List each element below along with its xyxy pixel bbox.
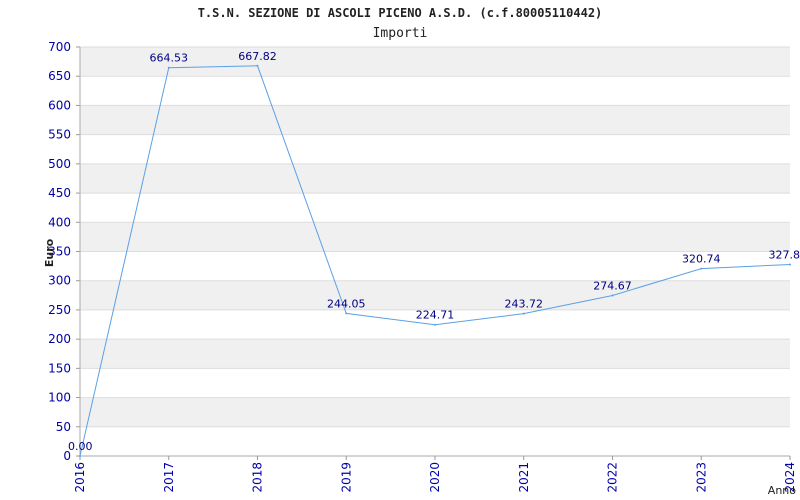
y-tick-label: 600 <box>48 98 71 112</box>
plot-band <box>80 105 790 135</box>
data-label: 274.67 <box>593 280 632 293</box>
data-label: 244.05 <box>327 297 366 310</box>
y-tick-label: 300 <box>48 274 71 288</box>
x-tick-label: 2019 <box>339 462 353 493</box>
data-point <box>167 66 170 69</box>
data-point <box>434 323 436 326</box>
y-tick-label: 700 <box>48 40 71 54</box>
data-point <box>789 263 791 266</box>
data-label: 664.53 <box>150 52 189 65</box>
chart-title: T.S.N. SEZIONE DI ASCOLI PICENO A.S.D. (… <box>198 6 603 20</box>
x-axis-ticks: 2016 2017 2018 2019 2020 2021 2022 2023 2024 <box>73 456 797 493</box>
line-chart: 0501001502002503003504004505005506006507… <box>43 6 800 497</box>
y-axis-label: Euro <box>43 238 56 267</box>
x-axis-label: Anno <box>768 484 796 497</box>
x-tick-label: 2021 <box>517 462 531 493</box>
y-tick-label: 650 <box>48 69 71 83</box>
plot-band <box>80 339 790 369</box>
plot-band <box>80 222 790 252</box>
x-tick-label: 2016 <box>73 462 87 493</box>
y-tick-label: 400 <box>48 215 71 229</box>
data-point <box>79 455 81 457</box>
plot-bands <box>80 47 790 427</box>
plot-band <box>80 397 790 427</box>
y-tick-label: 150 <box>48 361 71 375</box>
y-tick-label: 50 <box>56 420 71 434</box>
plot-band <box>80 163 790 194</box>
x-tick-label: 2020 <box>428 462 442 493</box>
data-label: 224.71 <box>416 309 455 322</box>
y-tick-label: 200 <box>48 332 71 346</box>
data-label: 243.72 <box>505 298 544 311</box>
data-label: 667.82 <box>238 50 277 63</box>
data-point <box>522 312 525 315</box>
data-point <box>611 294 614 297</box>
data-point <box>256 64 259 67</box>
y-tick-label: 550 <box>48 128 71 142</box>
y-tick-label: 450 <box>48 186 71 200</box>
y-tick-label: 100 <box>48 391 71 405</box>
x-tick-label: 2023 <box>694 462 708 493</box>
data-point <box>700 267 703 270</box>
plot-band <box>80 280 790 310</box>
data-point <box>345 312 348 315</box>
data-label: 320.74 <box>682 253 721 266</box>
x-tick-label: 2022 <box>606 462 620 493</box>
chart-subtitle: Importi <box>373 26 428 41</box>
data-label: 327.8 <box>769 248 800 261</box>
x-tick-label: 2017 <box>162 462 176 493</box>
data-label: 0.00 <box>68 440 93 453</box>
y-tick-label: 500 <box>48 157 71 171</box>
y-tick-label: 250 <box>48 303 71 317</box>
x-tick-label: 2018 <box>251 462 265 493</box>
